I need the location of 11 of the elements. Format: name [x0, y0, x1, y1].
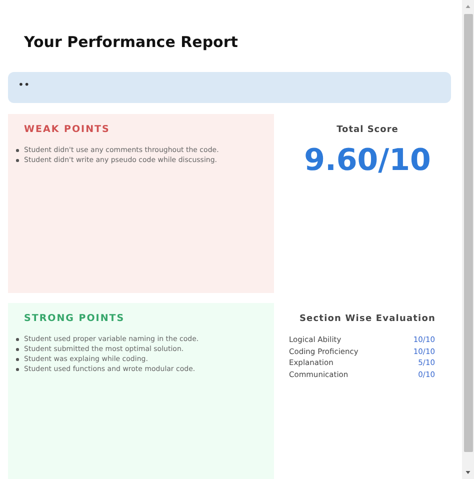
section-heading: Section Wise Evaluation — [299, 314, 436, 324]
total-score-value: 9.60/10 — [304, 143, 431, 178]
total-score-label: Total Score — [336, 125, 398, 135]
scroll-up-icon[interactable] — [465, 4, 471, 9]
panel-heading: WEAK POINTS — [24, 124, 111, 135]
page-title: Your Performance Report — [24, 33, 239, 53]
scrollbar-thumb[interactable] — [464, 14, 472, 452]
scroll-down-icon[interactable] — [465, 470, 471, 475]
scrollbar[interactable] — [462, 0, 474, 479]
panel-heading: STRONG POINTS — [24, 313, 126, 324]
info-banner: •• — [8, 72, 451, 103]
